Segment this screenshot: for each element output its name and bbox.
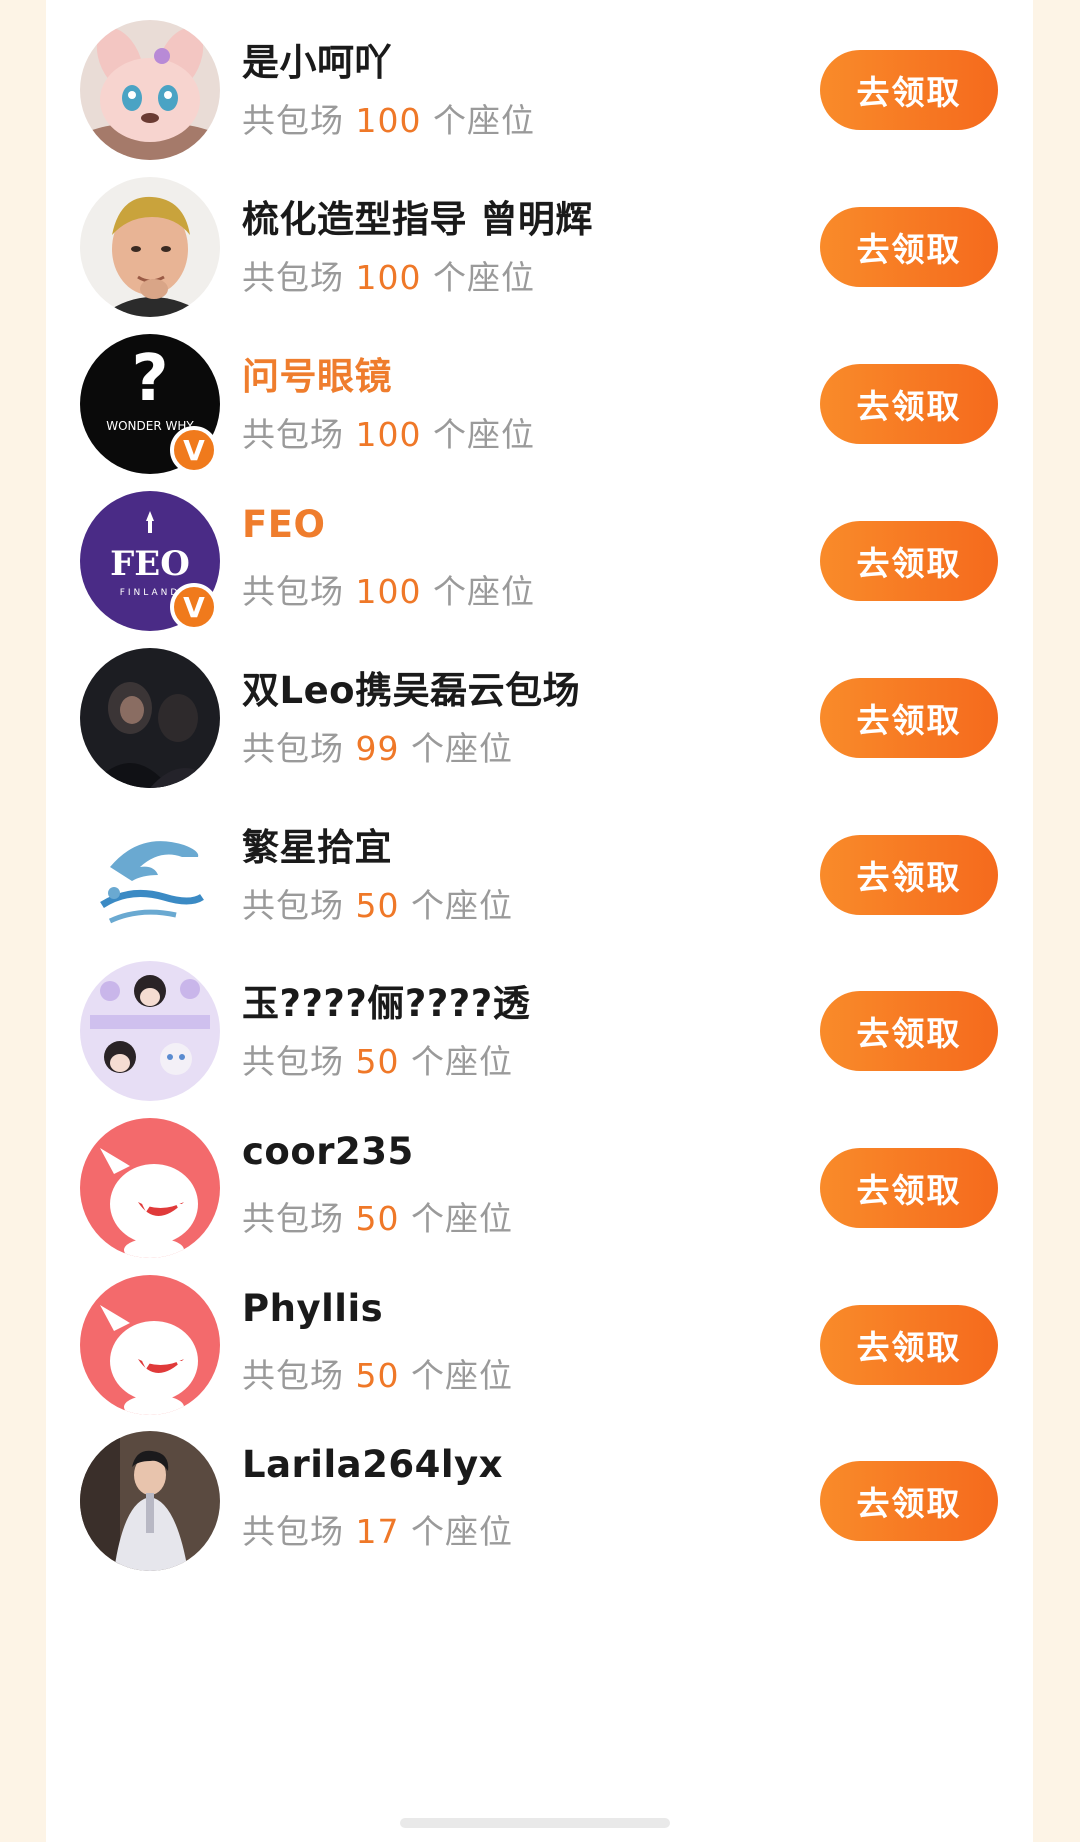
seats-number: 17: [355, 1512, 400, 1551]
seats-number: 100: [355, 258, 422, 297]
seats-suffix: 个座位: [411, 729, 513, 768]
user-name[interactable]: 是小呵吖: [242, 32, 392, 86]
seats-number: 100: [355, 572, 422, 611]
user-name[interactable]: 问号眼镜: [242, 346, 392, 400]
seats-number: 50: [355, 1042, 400, 1081]
user-name[interactable]: 繁星拾宜: [242, 817, 392, 871]
seat-count: 共包场 100 个座位: [242, 94, 535, 142]
claim-button[interactable]: 去领取: [820, 1461, 998, 1541]
claim-button[interactable]: 去领取: [820, 521, 998, 601]
seats-prefix: 共包场: [242, 1199, 344, 1238]
seat-count: 共包场 100 个座位: [242, 408, 535, 456]
verified-badge-icon: V: [170, 426, 218, 474]
man-portrait-avatar[interactable]: [80, 177, 220, 317]
user-name[interactable]: coor235: [242, 1130, 414, 1173]
plush-bunny-avatar[interactable]: [80, 20, 220, 160]
default-mascot-avatar[interactable]: [80, 1118, 220, 1258]
claim-button[interactable]: 去领取: [820, 1148, 998, 1228]
seat-count: 共包场 100 个座位: [242, 565, 535, 613]
seats-number: 100: [355, 101, 422, 140]
seats-suffix: 个座位: [433, 415, 535, 454]
seats-suffix: 个座位: [433, 101, 535, 140]
cartoon-collage-avatar[interactable]: [80, 961, 220, 1101]
claim-button[interactable]: 去领取: [820, 1305, 998, 1385]
seats-prefix: 共包场: [242, 101, 344, 140]
seat-claim-list: 是小呵吖 共包场 100 个座位 去领取 梳化造型指导 曾明辉 共包场 100 个座位…: [46, 0, 1033, 1842]
user-name[interactable]: Larila264lyx: [242, 1443, 503, 1486]
feo-text: FEO: [110, 544, 190, 584]
user-name[interactable]: 玉????俪????透: [242, 973, 530, 1027]
seats-prefix: 共包场: [242, 1356, 344, 1395]
seats-prefix: 共包场: [242, 258, 344, 297]
seats-prefix: 共包场: [242, 415, 344, 454]
seat-count: 共包场 50 个座位: [242, 1192, 513, 1240]
seats-number: 50: [355, 1199, 400, 1238]
user-name[interactable]: 双Leo携吴磊云包场: [242, 660, 580, 714]
claim-button[interactable]: 去领取: [820, 364, 998, 444]
svg-text:?: ?: [131, 342, 168, 416]
seat-count: 共包场 17 个座位: [242, 1505, 513, 1553]
seat-count: 共包场 50 个座位: [242, 879, 513, 927]
seat-count: 共包场 50 个座位: [242, 1349, 513, 1397]
claim-button[interactable]: 去领取: [820, 207, 998, 287]
verified-badge-icon: V: [170, 583, 218, 631]
user-name[interactable]: FEO: [242, 503, 326, 546]
seats-number: 50: [355, 1356, 400, 1395]
seats-suffix: 个座位: [411, 886, 513, 925]
user-name[interactable]: 梳化造型指导 曾明辉: [242, 189, 593, 243]
man-in-white-coat-avatar[interactable]: [80, 1431, 220, 1571]
home-indicator: [400, 1818, 670, 1828]
seats-prefix: 共包场: [242, 1042, 344, 1081]
seats-prefix: 共包场: [242, 572, 344, 611]
list-item: Larila264lyx 共包场 17 个座位 去领取: [46, 1411, 1033, 1595]
seats-suffix: 个座位: [411, 1512, 513, 1551]
seat-count: 共包场 50 个座位: [242, 1035, 513, 1083]
seats-suffix: 个座位: [433, 572, 535, 611]
seats-number: 100: [355, 415, 422, 454]
seats-number: 99: [355, 729, 400, 768]
default-mascot-avatar[interactable]: [80, 1275, 220, 1415]
seats-suffix: 个座位: [411, 1042, 513, 1081]
seats-prefix: 共包场: [242, 729, 344, 768]
seats-prefix: 共包场: [242, 1512, 344, 1551]
claim-button[interactable]: 去领取: [820, 678, 998, 758]
claim-button[interactable]: 去领取: [820, 50, 998, 130]
dolphin-avatar[interactable]: [80, 805, 220, 945]
user-name[interactable]: Phyllis: [242, 1287, 383, 1330]
seats-suffix: 个座位: [433, 258, 535, 297]
claim-button[interactable]: 去领取: [820, 991, 998, 1071]
dark-photo-avatar[interactable]: [80, 648, 220, 788]
seats-prefix: 共包场: [242, 886, 344, 925]
seats-number: 50: [355, 886, 400, 925]
seat-count: 共包场 100 个座位: [242, 251, 535, 299]
claim-button[interactable]: 去领取: [820, 835, 998, 915]
seats-suffix: 个座位: [411, 1199, 513, 1238]
seats-suffix: 个座位: [411, 1356, 513, 1395]
seat-count: 共包场 99 个座位: [242, 722, 513, 770]
